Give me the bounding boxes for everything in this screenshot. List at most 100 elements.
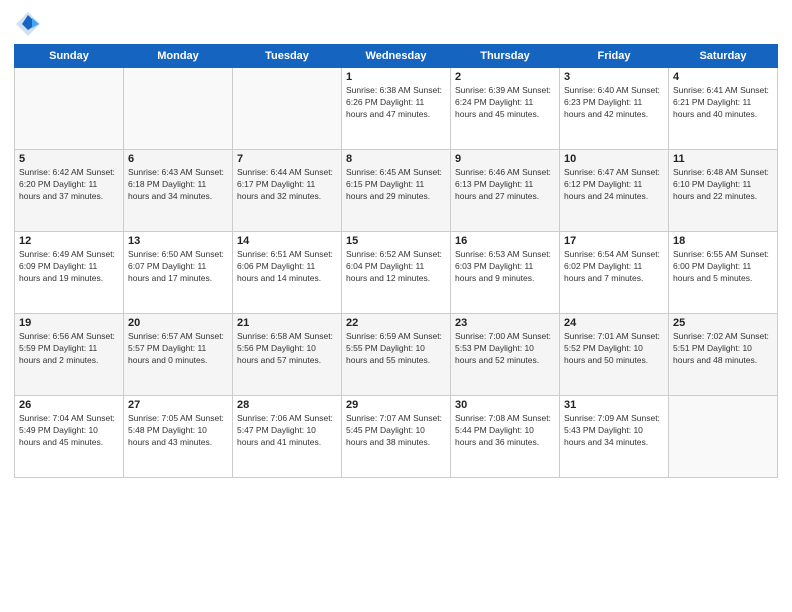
day-number: 8 [346,153,446,165]
calendar-header-row: SundayMondayTuesdayWednesdayThursdayFrid… [15,45,778,68]
day-number: 14 [237,235,337,247]
day-number: 26 [19,399,119,411]
calendar-week-row: 26 Sunrise: 7:04 AM Sunset: 5:49 PM Dayli… [15,396,778,478]
day-number: 2 [455,71,555,83]
day-info: Sunrise: 6:42 AM Sunset: 6:20 PM Dayligh… [19,167,119,203]
day-info: Sunrise: 7:04 AM Sunset: 5:49 PM Dayligh… [19,413,119,449]
calendar-cell [669,396,778,478]
day-info: Sunrise: 7:09 AM Sunset: 5:43 PM Dayligh… [564,413,664,449]
calendar-cell: 13 Sunrise: 6:50 AM Sunset: 6:07 PM Dayli… [124,232,233,314]
day-info: Sunrise: 6:58 AM Sunset: 5:56 PM Dayligh… [237,331,337,367]
day-info: Sunrise: 7:02 AM Sunset: 5:51 PM Dayligh… [673,331,773,367]
day-number: 22 [346,317,446,329]
day-number: 25 [673,317,773,329]
calendar-week-row: 1Sunrise: 6:38 AM Sunset: 6:26 PM Daylig… [15,68,778,150]
day-number: 23 [455,317,555,329]
day-info: Sunrise: 6:39 AM Sunset: 6:24 PM Dayligh… [455,85,555,121]
day-info: Sunrise: 6:47 AM Sunset: 6:12 PM Dayligh… [564,167,664,203]
day-number: 11 [673,153,773,165]
page: SundayMondayTuesdayWednesdayThursdayFrid… [0,0,792,612]
calendar-cell: 26 Sunrise: 7:04 AM Sunset: 5:49 PM Dayli… [15,396,124,478]
calendar-week-row: 12Sunrise: 6:49 AM Sunset: 6:09 PM Dayli… [15,232,778,314]
calendar-cell: 14 Sunrise: 6:51 AM Sunset: 6:06 PM Dayli… [233,232,342,314]
calendar-week-row: 19Sunrise: 6:56 AM Sunset: 5:59 PM Dayli… [15,314,778,396]
day-number: 24 [564,317,664,329]
calendar-cell: 20 Sunrise: 6:57 AM Sunset: 5:57 PM Dayli… [124,314,233,396]
day-number: 29 [346,399,446,411]
calendar-dow-thursday: Thursday [451,45,560,68]
day-info: Sunrise: 7:06 AM Sunset: 5:47 PM Dayligh… [237,413,337,449]
calendar-table: SundayMondayTuesdayWednesdayThursdayFrid… [14,44,778,478]
calendar-dow-sunday: Sunday [15,45,124,68]
day-number: 17 [564,235,664,247]
calendar-cell: 8 Sunrise: 6:45 AM Sunset: 6:15 PM Daylig… [342,150,451,232]
calendar-dow-saturday: Saturday [669,45,778,68]
calendar-dow-wednesday: Wednesday [342,45,451,68]
calendar-cell [124,68,233,150]
day-number: 1 [346,71,446,83]
day-info: Sunrise: 6:41 AM Sunset: 6:21 PM Dayligh… [673,85,773,121]
calendar-cell: 23 Sunrise: 7:00 AM Sunset: 5:53 PM Dayli… [451,314,560,396]
day-number: 27 [128,399,228,411]
day-number: 16 [455,235,555,247]
calendar-cell: 2 Sunrise: 6:39 AM Sunset: 6:24 PM Daylig… [451,68,560,150]
day-info: Sunrise: 6:43 AM Sunset: 6:18 PM Dayligh… [128,167,228,203]
header [14,10,778,38]
day-info: Sunrise: 6:44 AM Sunset: 6:17 PM Dayligh… [237,167,337,203]
day-number: 18 [673,235,773,247]
day-number: 5 [19,153,119,165]
day-info: Sunrise: 6:40 AM Sunset: 6:23 PM Dayligh… [564,85,664,121]
day-info: Sunrise: 6:55 AM Sunset: 6:00 PM Dayligh… [673,249,773,285]
day-number: 30 [455,399,555,411]
day-info: Sunrise: 6:51 AM Sunset: 6:06 PM Dayligh… [237,249,337,285]
calendar-cell [233,68,342,150]
day-number: 3 [564,71,664,83]
day-info: Sunrise: 6:59 AM Sunset: 5:55 PM Dayligh… [346,331,446,367]
calendar-cell: 18 Sunrise: 6:55 AM Sunset: 6:00 PM Dayli… [669,232,778,314]
day-number: 28 [237,399,337,411]
calendar-cell: 11 Sunrise: 6:48 AM Sunset: 6:10 PM Dayli… [669,150,778,232]
day-number: 6 [128,153,228,165]
calendar-cell: 22 Sunrise: 6:59 AM Sunset: 5:55 PM Dayli… [342,314,451,396]
day-info: Sunrise: 6:46 AM Sunset: 6:13 PM Dayligh… [455,167,555,203]
calendar-cell: 25 Sunrise: 7:02 AM Sunset: 5:51 PM Dayli… [669,314,778,396]
logo-icon [14,10,42,38]
day-info: Sunrise: 7:08 AM Sunset: 5:44 PM Dayligh… [455,413,555,449]
calendar-cell: 10 Sunrise: 6:47 AM Sunset: 6:12 PM Dayli… [560,150,669,232]
day-number: 31 [564,399,664,411]
calendar-cell: 9 Sunrise: 6:46 AM Sunset: 6:13 PM Daylig… [451,150,560,232]
calendar-dow-monday: Monday [124,45,233,68]
calendar-dow-tuesday: Tuesday [233,45,342,68]
calendar-cell: 27 Sunrise: 7:05 AM Sunset: 5:48 PM Dayli… [124,396,233,478]
day-info: Sunrise: 6:57 AM Sunset: 5:57 PM Dayligh… [128,331,228,367]
day-info: Sunrise: 6:53 AM Sunset: 6:03 PM Dayligh… [455,249,555,285]
day-info: Sunrise: 6:56 AM Sunset: 5:59 PM Dayligh… [19,331,119,367]
calendar-cell: 29Sunrise: 7:07 AM Sunset: 5:45 PM Dayli… [342,396,451,478]
day-info: Sunrise: 7:01 AM Sunset: 5:52 PM Dayligh… [564,331,664,367]
day-info: Sunrise: 6:45 AM Sunset: 6:15 PM Dayligh… [346,167,446,203]
day-info: Sunrise: 6:50 AM Sunset: 6:07 PM Dayligh… [128,249,228,285]
calendar-cell: 12Sunrise: 6:49 AM Sunset: 6:09 PM Dayli… [15,232,124,314]
calendar-week-row: 5 Sunrise: 6:42 AM Sunset: 6:20 PM Daylig… [15,150,778,232]
day-info: Sunrise: 6:52 AM Sunset: 6:04 PM Dayligh… [346,249,446,285]
calendar-cell: 6 Sunrise: 6:43 AM Sunset: 6:18 PM Daylig… [124,150,233,232]
day-info: Sunrise: 7:00 AM Sunset: 5:53 PM Dayligh… [455,331,555,367]
calendar-dow-friday: Friday [560,45,669,68]
day-number: 21 [237,317,337,329]
calendar-cell: 21 Sunrise: 6:58 AM Sunset: 5:56 PM Dayli… [233,314,342,396]
calendar-cell: 16 Sunrise: 6:53 AM Sunset: 6:03 PM Dayli… [451,232,560,314]
day-info: Sunrise: 6:48 AM Sunset: 6:10 PM Dayligh… [673,167,773,203]
calendar-cell: 30 Sunrise: 7:08 AM Sunset: 5:44 PM Dayli… [451,396,560,478]
calendar-cell: 19Sunrise: 6:56 AM Sunset: 5:59 PM Dayli… [15,314,124,396]
calendar-cell: 31 Sunrise: 7:09 AM Sunset: 5:43 PM Dayli… [560,396,669,478]
day-number: 20 [128,317,228,329]
calendar-cell: 4Sunrise: 6:41 AM Sunset: 6:21 PM Daylig… [669,68,778,150]
calendar-cell: 7Sunrise: 6:44 AM Sunset: 6:17 PM Daylig… [233,150,342,232]
calendar-cell [15,68,124,150]
day-info: Sunrise: 6:49 AM Sunset: 6:09 PM Dayligh… [19,249,119,285]
day-number: 10 [564,153,664,165]
day-number: 9 [455,153,555,165]
calendar-cell: 1Sunrise: 6:38 AM Sunset: 6:26 PM Daylig… [342,68,451,150]
day-number: 13 [128,235,228,247]
day-info: Sunrise: 7:05 AM Sunset: 5:48 PM Dayligh… [128,413,228,449]
